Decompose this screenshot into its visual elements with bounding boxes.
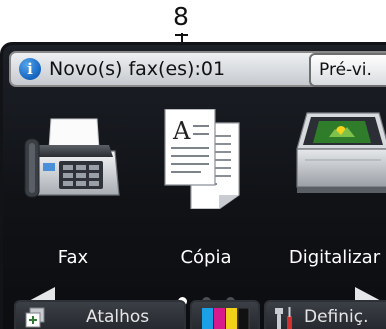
shortcuts-icon: [25, 307, 45, 328]
svg-text:A: A: [172, 117, 191, 145]
copy-app-label: Cópia: [180, 247, 232, 268]
settings-label: Definiç.: [304, 307, 369, 327]
fax-app-button[interactable]: Fax: [23, 109, 123, 279]
settings-button[interactable]: Definiç.: [264, 300, 386, 329]
scan-app-label: Digitalizar: [288, 247, 381, 268]
settings-tools-icon: [275, 307, 292, 329]
fax-app-label: Fax: [57, 247, 89, 268]
info-icon: i: [19, 58, 41, 80]
printer-display: i Novo(s) fax(es):01 Pré-vi. Fax A Cópia…: [0, 42, 386, 329]
ink-cartridges-icon: [202, 308, 250, 329]
shortcuts-button[interactable]: Atalhos: [14, 300, 186, 329]
scan-app-button[interactable]: Digitalizar: [283, 109, 386, 279]
scanner-icon: [296, 112, 386, 193]
preview-button[interactable]: Pré-vi.: [309, 53, 386, 87]
bottom-bar: Atalhos Definiç.: [6, 300, 386, 329]
ink-button[interactable]: [190, 300, 260, 329]
callout-tick: [175, 34, 188, 36]
copy-documents-icon: A: [164, 109, 240, 209]
touchscreen: i Novo(s) fax(es):01 Pré-vi. Fax A Cópia…: [3, 45, 386, 329]
new-fax-message: Novo(s) fax(es):01: [49, 58, 226, 80]
shortcuts-label: Atalhos: [86, 307, 150, 327]
fax-machine-icon: [24, 118, 120, 198]
copy-app-button[interactable]: A Cópia: [161, 109, 251, 279]
callout-number: 8: [173, 2, 189, 31]
